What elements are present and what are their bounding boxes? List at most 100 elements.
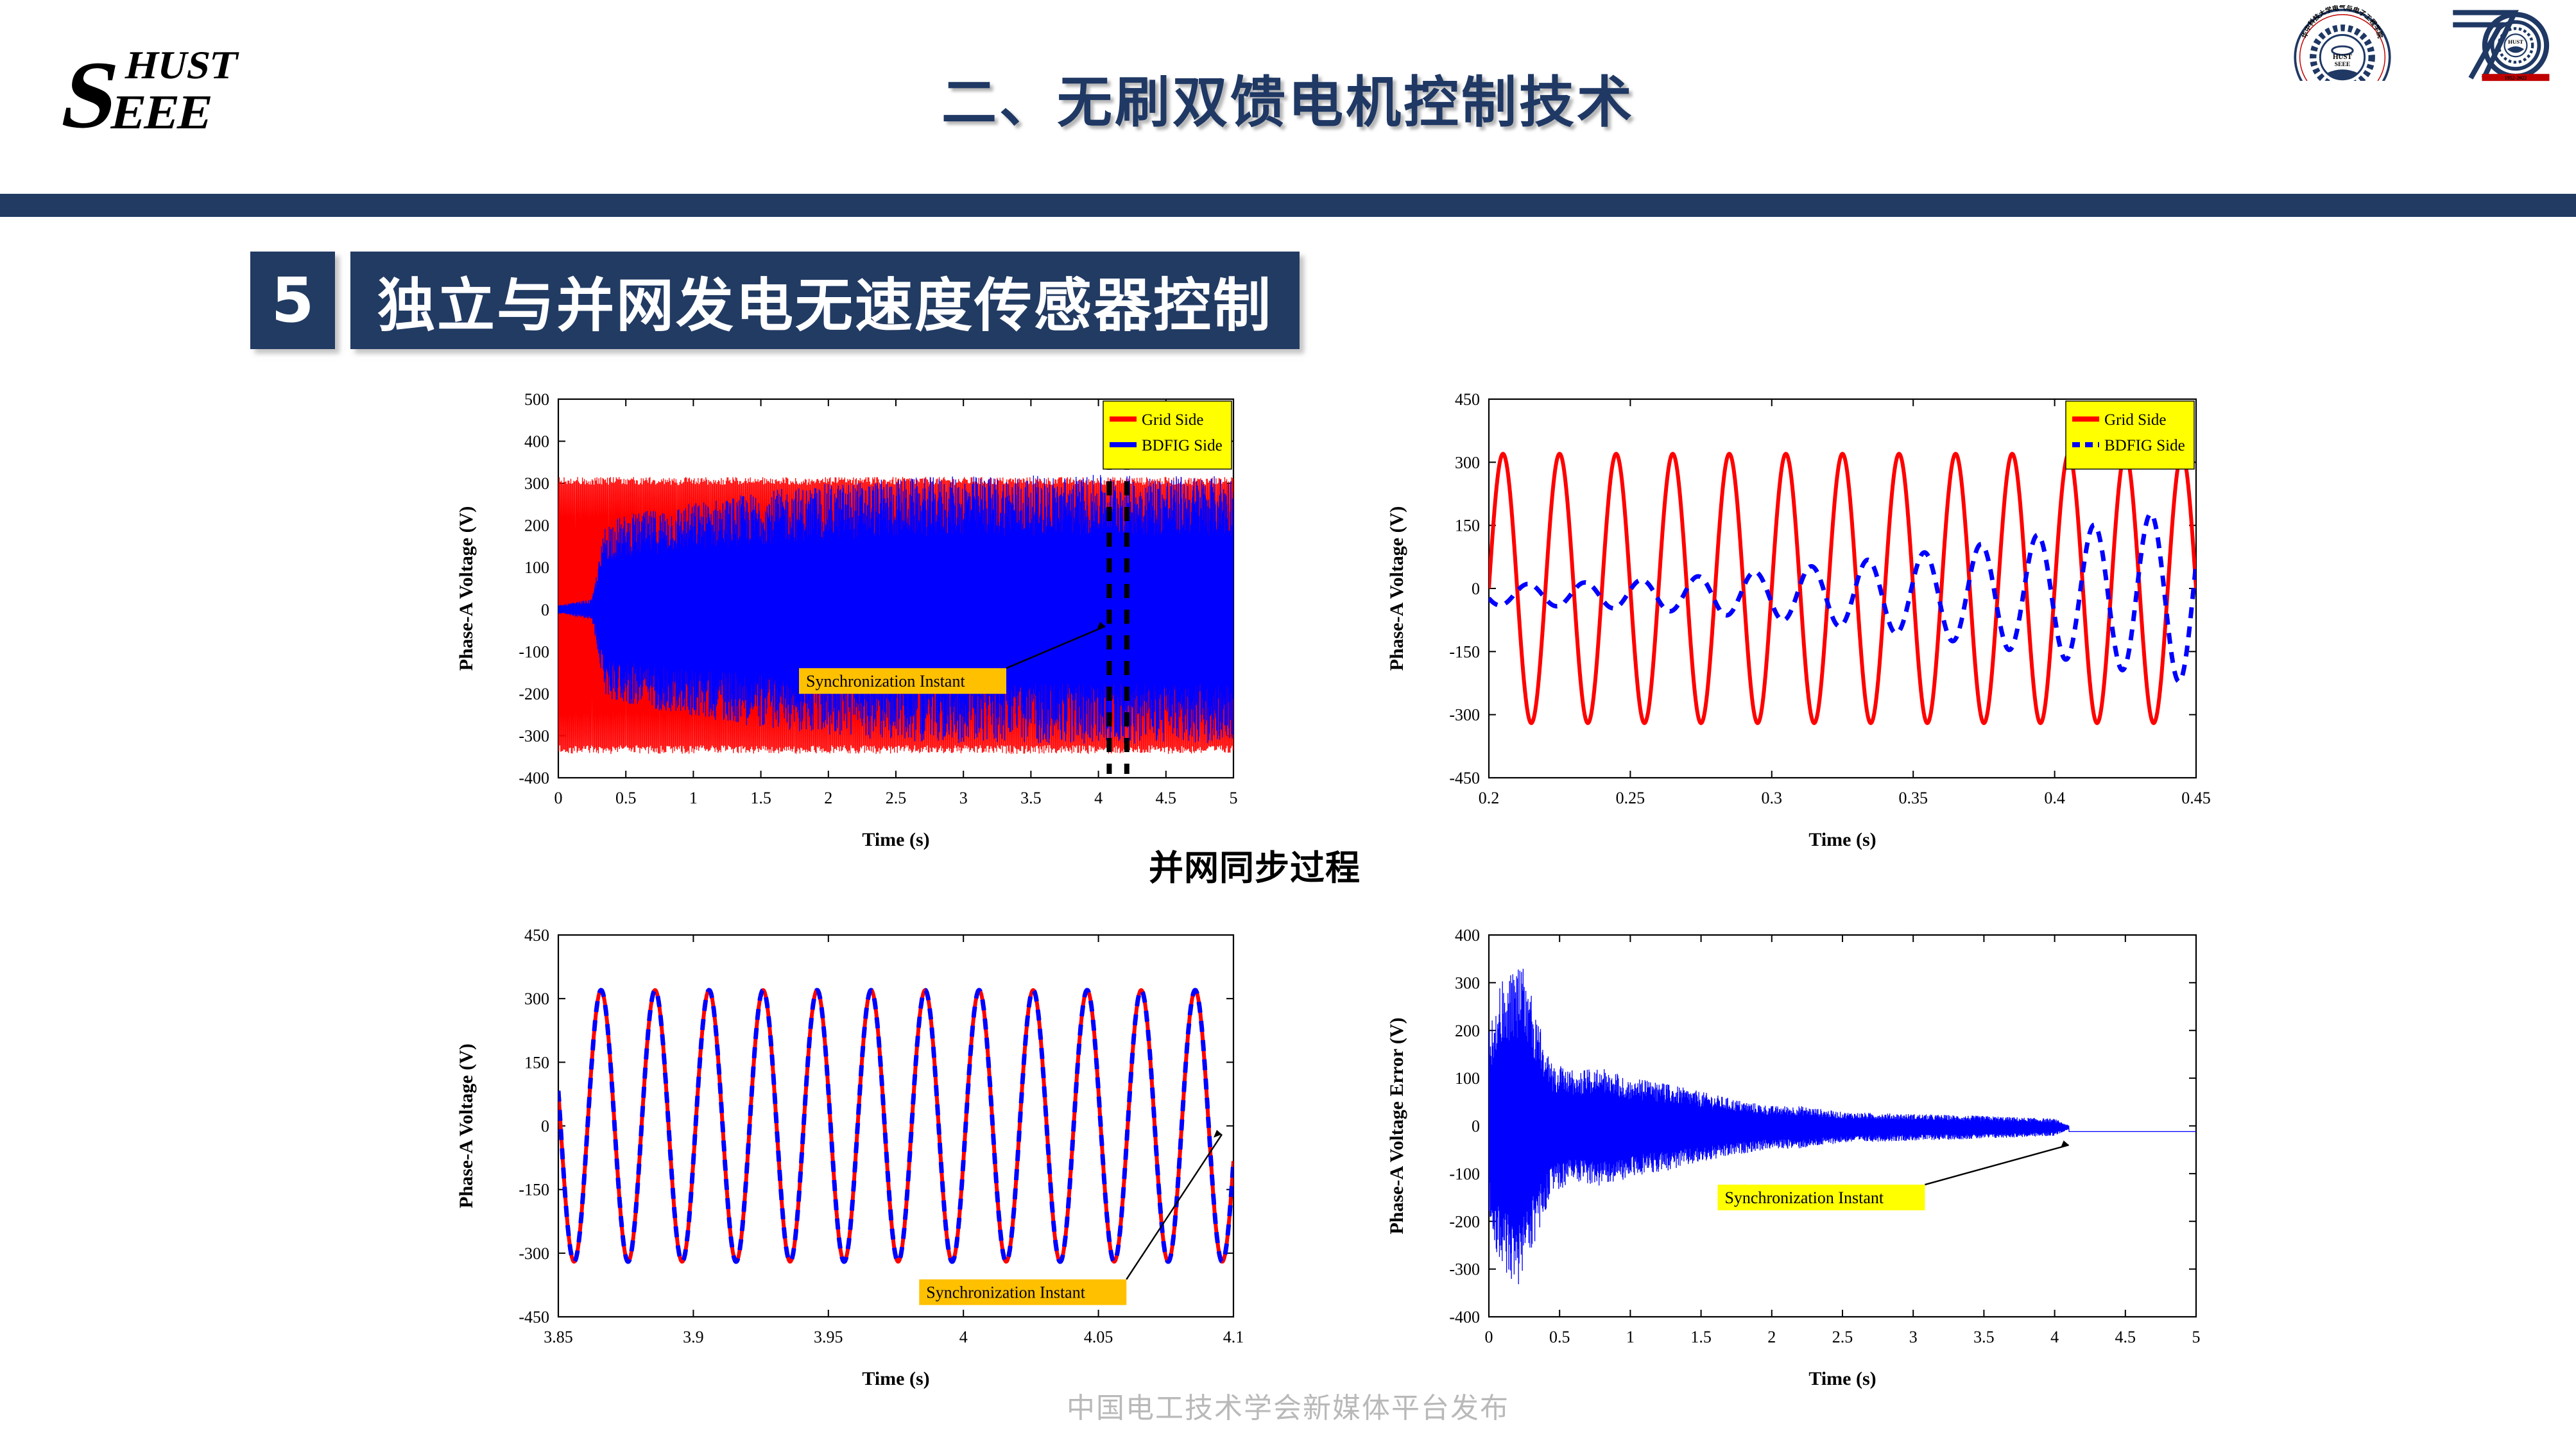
slide-header: S HUST EEE 二、无刷双馈电机控制技术 HUST SEEE 华中科技大学…: [0, 0, 2576, 194]
y-tick-label: -300: [519, 726, 549, 745]
y-tick-label: -300: [519, 1244, 549, 1263]
x-tick-label: 0.5: [615, 789, 637, 807]
legend-label: Grid Side: [2104, 411, 2167, 429]
anniversary-years: 1952-2022: [2505, 75, 2527, 81]
y-tick-label: -100: [1449, 1165, 1480, 1183]
y-axis-label: Phase-A Voltage (V): [456, 506, 477, 671]
y-tick-label: -450: [519, 1308, 549, 1326]
page-title: 二、无刷双馈电机控制技术: [941, 70, 1635, 135]
x-tick-label: 2: [824, 789, 832, 807]
x-tick-label: 4: [1094, 789, 1103, 807]
x-tick-label: 0.5: [1549, 1328, 1570, 1346]
x-tick-label: 3: [959, 789, 968, 807]
annotation-label: Synchronization Instant: [926, 1283, 1085, 1302]
chart-grid-vs-bdfig-voltage-full: 0 0.5 1 1.5 2 2.5 3 3.5 4 4.5 5 -400 -300 -200 -100 0 10…: [449, 372, 1251, 860]
y-axis-label: Phase-A Voltage (V): [1386, 506, 1407, 671]
y-tick-label: 450: [1455, 390, 1480, 409]
x-tick-label: 5: [1230, 789, 1238, 807]
center-caption: 并网同步过程: [1149, 848, 1361, 888]
y-tick-label: -200: [1449, 1212, 1480, 1231]
x-tick-label: 0: [554, 789, 563, 807]
x-tick-label: 0.4: [2044, 789, 2065, 807]
y-tick-label: 200: [1455, 1022, 1480, 1040]
x-tick-label: 0.2: [1479, 789, 1500, 807]
x-tick-label: 0: [1485, 1328, 1493, 1346]
x-tick-label: 1: [689, 789, 698, 807]
y-tick-label: -300: [1449, 1260, 1480, 1279]
x-axis-label: Time (s): [862, 829, 929, 850]
y-tick-label: 400: [1455, 926, 1480, 945]
legend-label: Grid Side: [1142, 411, 1204, 429]
x-tick-label: 3.5: [1020, 789, 1042, 807]
plot-canvas: 3.85 3.9 3.95 4 4.05 4.1 -450 -300 -150 0 150 300 45…: [456, 926, 1244, 1389]
section-banner: 5 独立与并网发电无速度传感器控制: [250, 252, 1300, 349]
svg-text:HUST: HUST: [2333, 53, 2353, 61]
y-tick-label: 0: [1472, 1117, 1480, 1136]
y-tick-label: 450: [524, 926, 549, 945]
annotation-label: Synchronization Instant: [806, 672, 965, 690]
x-axis-label: Time (s): [1808, 829, 1876, 850]
x-tick-label: 0.45: [2181, 789, 2211, 807]
x-tick-label: 0.35: [1898, 789, 1928, 807]
x-tick-label: 1.5: [750, 789, 771, 807]
y-tick-label: -100: [519, 642, 549, 661]
legend-label: BDFIG Side: [1142, 437, 1223, 454]
x-tick-label: 3: [1909, 1328, 1918, 1346]
hust-seee-emblem-icon: HUST SEEE 华中科技大学电气与电子工程学院: [2272, 3, 2413, 106]
x-tick-label: 1.5: [1690, 1328, 1712, 1346]
x-tick-label: 0.3: [1762, 789, 1783, 807]
y-tick-label: 300: [524, 990, 549, 1008]
x-tick-label: 4: [2050, 1328, 2059, 1346]
x-tick-label: 3.95: [814, 1328, 843, 1346]
header-divider-bar: [0, 194, 2576, 217]
y-axis-label: Phase-A Voltage (V): [456, 1043, 477, 1208]
x-tick-label: 3.5: [1973, 1328, 1995, 1346]
x-tick-label: 4.5: [1156, 789, 1177, 807]
x-tick-label: 2: [1767, 1328, 1776, 1346]
x-tick-label: 4.05: [1084, 1328, 1113, 1346]
x-tick-label: 5: [2192, 1328, 2201, 1346]
slide: S HUST EEE 二、无刷双馈电机控制技术 HUST SEEE 华中科技大学…: [0, 0, 2576, 1449]
plot-canvas: 0 0.5 1 1.5 2 2.5 3 3.5 4 4.5 5 -400 -300 -200 -100 0 10…: [456, 390, 1238, 850]
x-tick-label: 1: [1626, 1328, 1635, 1346]
y-tick-label: 150: [524, 1053, 549, 1072]
footer-text: 中国电工技术学会新媒体平台发布: [1067, 1392, 1509, 1425]
x-tick-label: 3.9: [683, 1328, 704, 1346]
y-tick-label: 500: [524, 390, 549, 409]
chart-voltage-error-full: 0 0.5 1 1.5 2 2.5 3 3.5 4 4.5 5 -400 -300 -200 -100 0 10…: [1380, 908, 2214, 1399]
y-tick-label: 300: [1455, 973, 1480, 992]
section-title: 独立与并网发电无速度传感器控制: [350, 252, 1300, 349]
y-tick-label: 0: [541, 601, 549, 619]
plot-canvas: 0 0.5 1 1.5 2 2.5 3 3.5 4 4.5 5 -400 -300 -200 -100 0 10…: [1386, 926, 2201, 1389]
svg-text:HUST: HUST: [2508, 39, 2523, 45]
chart-voltage-zoom-before-sync: 0.2 0.25 0.3 0.35 0.4 0.45 -450 -300 -150 0 150 300…: [1380, 372, 2214, 860]
header-logos: HUST SEEE 华中科技大学电气与电子工程学院 HUST 1952-2022: [2272, 3, 2572, 106]
y-tick-label: -450: [1449, 769, 1480, 787]
svg-text:SEEE: SEEE: [2335, 61, 2351, 68]
y-tick-label: -400: [1449, 1308, 1480, 1326]
legend-label: BDFIG Side: [2104, 437, 2185, 454]
y-axis-label: Phase-A Voltage Error (V): [1386, 1017, 1407, 1234]
y-tick-label: 200: [524, 517, 549, 535]
y-tick-label: 0: [541, 1117, 549, 1136]
x-tick-label: 4.5: [2115, 1328, 2136, 1346]
plot-canvas: 0.2 0.25 0.3 0.35 0.4 0.45 -450 -300 -150 0 150 300…: [1386, 390, 2211, 850]
y-tick-label: 100: [1455, 1069, 1480, 1088]
y-tick-label: 0: [1472, 579, 1480, 598]
y-tick-label: 150: [1455, 517, 1480, 535]
70th-anniversary-logo-icon: HUST 1952-2022: [2425, 5, 2572, 85]
y-tick-label: -200: [519, 685, 549, 703]
x-tick-label: 4: [959, 1328, 968, 1346]
y-tick-label: -400: [519, 769, 549, 787]
y-tick-label: 100: [524, 558, 549, 577]
x-tick-label: 2.5: [1832, 1328, 1853, 1346]
chart-legend: Grid Side BDFIG Side: [1103, 400, 1232, 470]
y-tick-label: 400: [524, 433, 549, 451]
chart-legend: Grid Side BDFIG Side: [2065, 400, 2195, 470]
x-tick-label: 0.25: [1616, 789, 1645, 807]
x-tick-label: 4.1: [1223, 1328, 1244, 1346]
chart-voltage-zoom-at-sync: 3.85 3.9 3.95 4 4.05 4.1 -450 -300 -150 0 150 300 45…: [449, 908, 1251, 1399]
y-tick-label: 300: [1455, 453, 1480, 472]
y-tick-label: 300: [524, 474, 549, 493]
